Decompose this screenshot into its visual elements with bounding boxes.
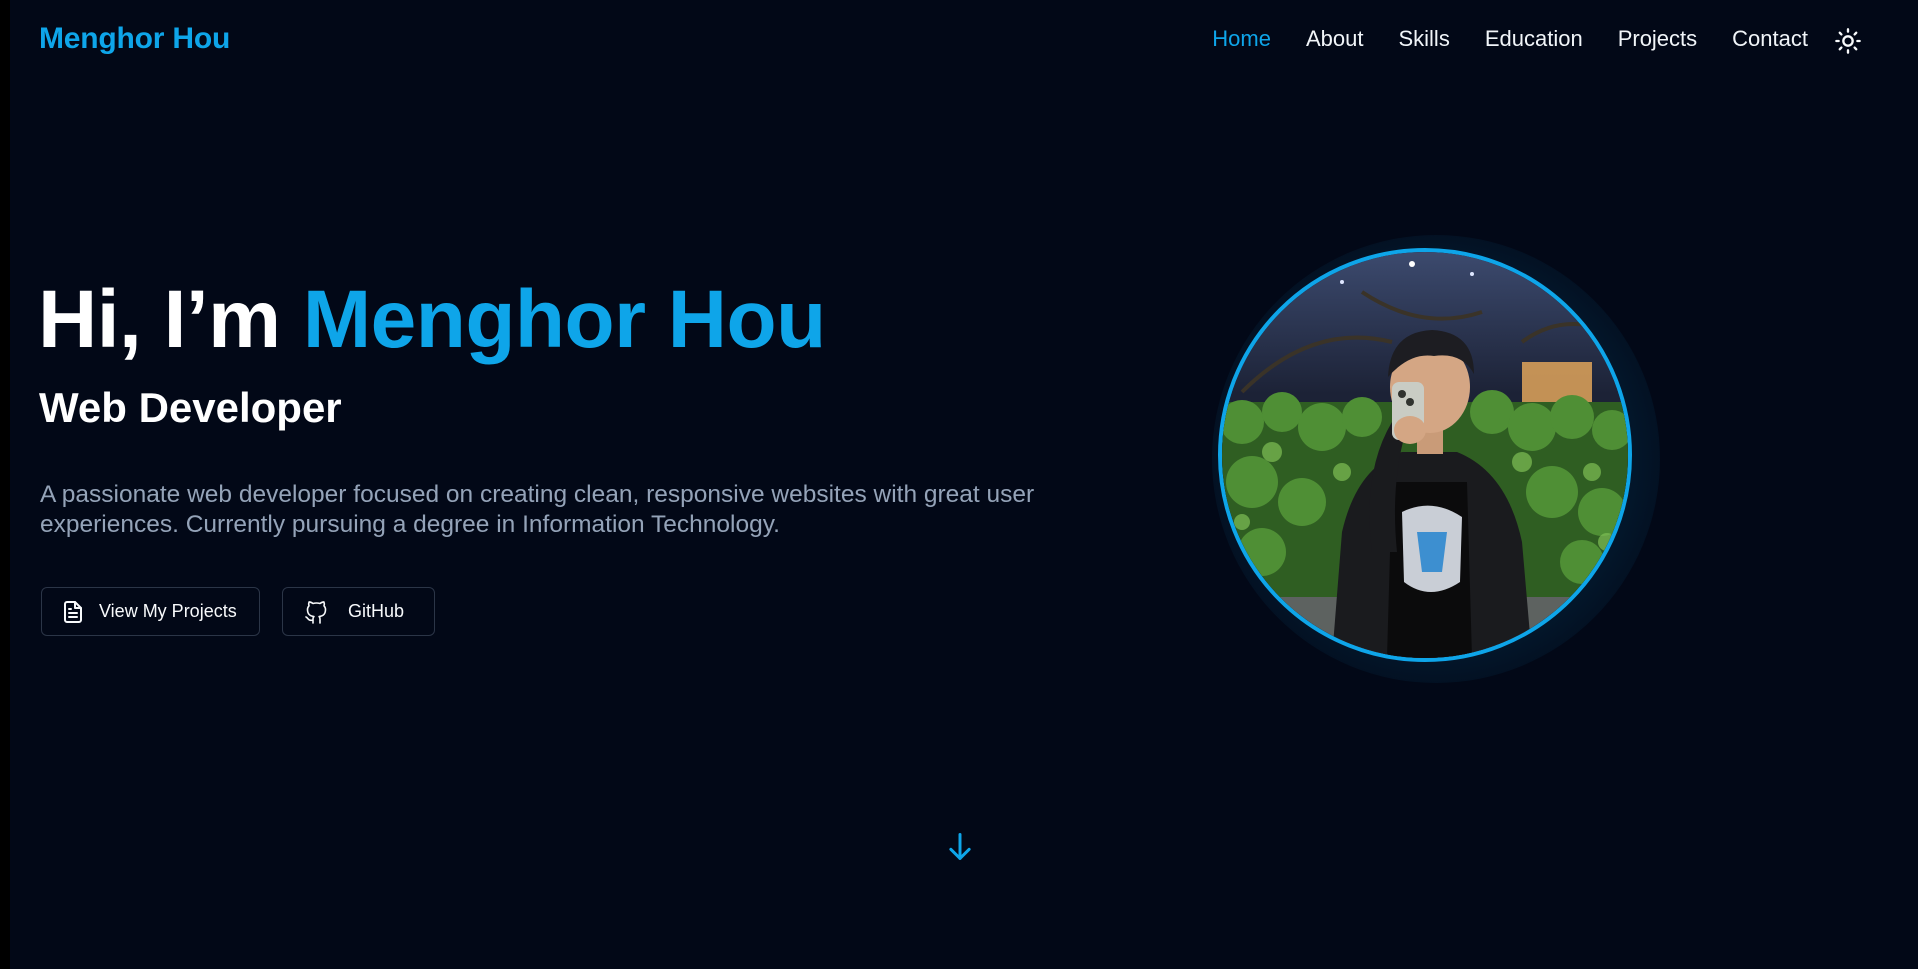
- github-button[interactable]: GitHub: [282, 587, 435, 636]
- nav-links: Home About Skills Education Projects Con…: [1212, 26, 1808, 52]
- profile-photo-art: [1222, 252, 1628, 658]
- hero-role: Web Developer: [39, 384, 342, 431]
- theme-toggle-button[interactable]: [1832, 25, 1864, 57]
- view-projects-button[interactable]: View My Projects: [41, 587, 260, 636]
- profile-photo: [1218, 248, 1632, 662]
- nav-link-education[interactable]: Education: [1485, 26, 1583, 52]
- sun-icon: [1835, 28, 1861, 54]
- hero-greeting: Hi, I’m: [38, 274, 303, 365]
- file-text-icon: [61, 600, 85, 624]
- view-projects-label: View My Projects: [99, 601, 237, 621]
- hero-title: Hi, I’m Menghor Hou: [38, 272, 826, 368]
- page: Menghor Hou Home About Skills Education …: [10, 0, 1918, 969]
- github-icon: [304, 600, 328, 624]
- nav-link-contact[interactable]: Contact: [1732, 26, 1808, 52]
- nav-link-projects[interactable]: Projects: [1618, 26, 1697, 52]
- github-label: GitHub: [348, 601, 405, 621]
- navbar: Menghor Hou Home About Skills Education …: [10, 0, 1918, 84]
- arrow-down-icon: [949, 832, 971, 860]
- hero-description: A passionate web developer focused on cr…: [40, 481, 1035, 538]
- hero-name: Menghor Hou: [302, 274, 826, 365]
- nav-link-about[interactable]: About: [1306, 26, 1364, 52]
- nav-link-skills[interactable]: Skills: [1398, 26, 1449, 52]
- brand-logo[interactable]: Menghor Hou: [39, 22, 230, 56]
- nav-link-home[interactable]: Home: [1212, 26, 1271, 52]
- scroll-down-button[interactable]: [945, 830, 975, 864]
